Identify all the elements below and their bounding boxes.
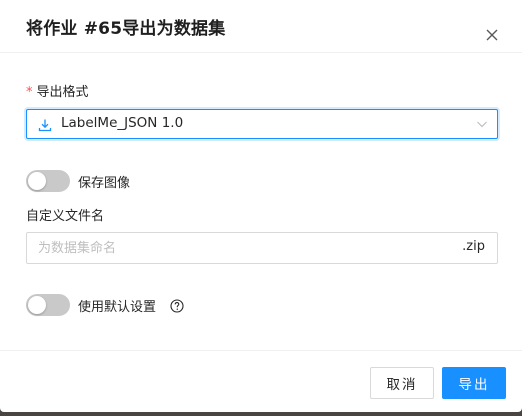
dialog-header: 将作业 #65导出为数据集 <box>0 0 522 53</box>
dialog-footer: 取消 导出 <box>0 350 522 412</box>
switch-knob <box>28 296 46 314</box>
required-mark: * <box>26 85 33 100</box>
use-default-settings-label: 使用默认设置 <box>78 300 157 315</box>
export-format-value: LabelMe_JSON 1.0 <box>61 115 184 131</box>
save-images-switch[interactable] <box>26 170 70 192</box>
switch-knob <box>28 172 46 190</box>
export-format-label: * 导出格式 <box>26 81 89 100</box>
zip-suffix: .zip <box>462 239 485 254</box>
dataset-name-field: .zip <box>26 232 498 264</box>
question-circle-icon[interactable] <box>170 299 184 313</box>
export-format-label-text: 导出格式 <box>36 85 89 100</box>
export-button[interactable]: 导出 <box>442 367 506 399</box>
dialog-title: 将作业 #65导出为数据集 <box>26 19 226 39</box>
download-icon <box>38 119 52 132</box>
export-dataset-dialog: 将作业 #65导出为数据集 * 导出格式 LabelMe_JSON 1.0 保存图… <box>0 0 522 412</box>
use-default-settings-switch[interactable] <box>26 294 70 316</box>
cancel-button[interactable]: 取消 <box>370 367 434 399</box>
custom-name-label: 自定义文件名 <box>26 209 105 224</box>
chevron-down-icon <box>477 121 487 128</box>
export-format-select[interactable]: LabelMe_JSON 1.0 <box>26 109 498 139</box>
save-images-label: 保存图像 <box>78 176 131 191</box>
dataset-name-input[interactable] <box>27 233 447 263</box>
close-icon[interactable] <box>484 27 500 43</box>
